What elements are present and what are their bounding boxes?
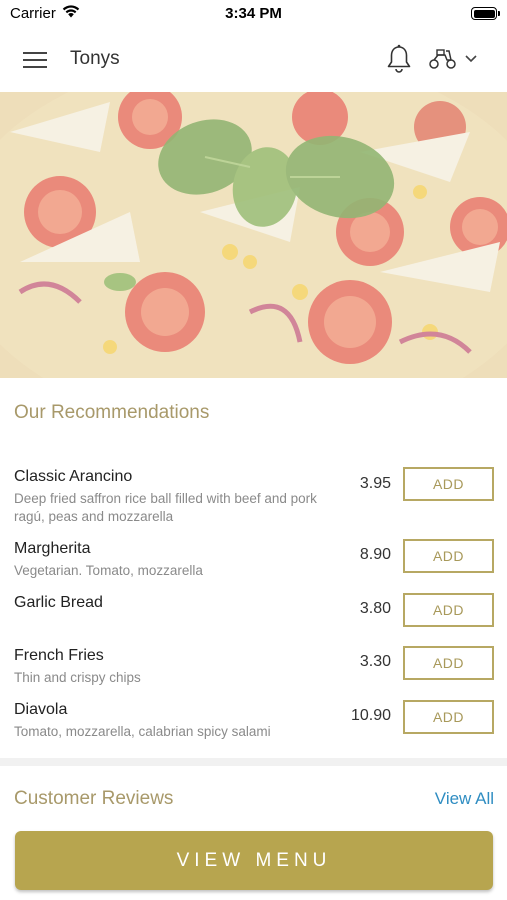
hamburger-menu-icon (23, 52, 47, 68)
status-bar: Carrier 3:34 PM (0, 0, 507, 28)
status-time: 3:34 PM (225, 5, 282, 22)
menu-item-description: Tomato, mozzarella, calabrian spicy sala… (14, 724, 271, 739)
menu-item-price: 3.80 (359, 600, 391, 617)
chevron-down-icon (465, 55, 477, 63)
scooter-icon (429, 49, 456, 69)
section-divider (0, 758, 507, 766)
menu-item-description: Deep fried saffron rice ball filled with… (14, 491, 317, 524)
menu-item-price: 3.95 (359, 475, 391, 492)
reviews-heading: Customer Reviews (14, 788, 174, 809)
menu-item-price: 8.90 (359, 546, 391, 563)
menu-item-name: Classic Arancino (14, 468, 133, 485)
battery-icon (471, 7, 500, 20)
bell-icon (387, 44, 411, 73)
hero-pizza-image (0, 92, 507, 378)
notifications-button[interactable] (382, 40, 416, 78)
add-button[interactable]: ADD (403, 467, 494, 501)
recommendations-heading: Our Recommendations (14, 402, 210, 423)
menu-item-price: 10.90 (350, 707, 391, 724)
menu-item-name: French Fries (14, 647, 104, 664)
menu-item-price: 3.30 (359, 653, 391, 670)
menu-item-description: Vegetarian. Tomato, mozzarella (14, 563, 203, 578)
add-button[interactable]: ADD (403, 593, 494, 627)
delivery-mode-selector[interactable] (428, 44, 494, 74)
hamburger-menu-button[interactable] (18, 46, 52, 74)
view-menu-button[interactable]: VIEW MENU (15, 831, 493, 890)
view-all-reviews-link[interactable]: View All (435, 789, 494, 809)
menu-item-name: Garlic Bread (14, 594, 103, 611)
menu-item-name: Diavola (14, 701, 68, 718)
menu-item-description: Thin and crispy chips (14, 670, 141, 685)
app-bar: Tonys (0, 28, 507, 92)
add-button[interactable]: ADD (403, 700, 494, 734)
restaurant-title: Tonys (70, 48, 120, 69)
menu-item-name: Margherita (14, 540, 91, 557)
add-button[interactable]: ADD (403, 646, 494, 680)
add-button[interactable]: ADD (403, 539, 494, 573)
